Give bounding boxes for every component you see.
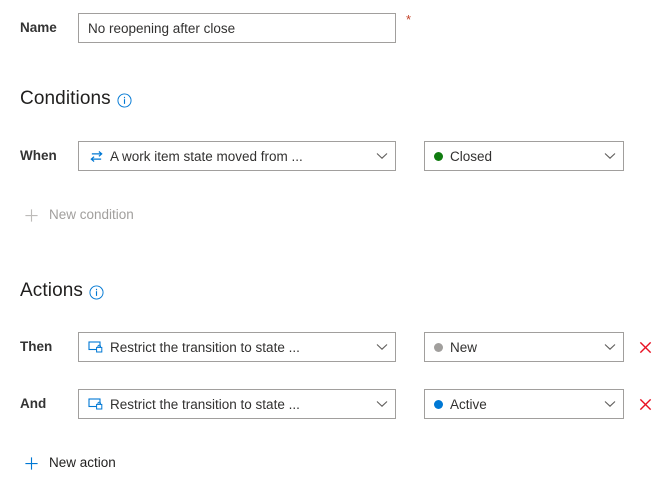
state-dot-active [434,399,443,409]
chevron-down-icon [369,400,395,408]
action-state-dropdown[interactable]: Active [424,389,624,419]
state-dot-closed [434,151,443,161]
action-rule-text: Restrict the transition to state ... [110,396,300,412]
actions-heading: Actions [20,279,104,303]
state-dot-new [434,342,443,352]
when-row: When A work item state moved from ... Cl… [20,141,624,171]
when-label: When [20,148,57,163]
name-row: Name * [20,13,411,43]
then-row: Then Restrict the transition to state ..… [20,332,658,362]
new-action-label: New action [49,455,116,470]
action-state-dropdown[interactable]: New [424,332,624,362]
work-item-rule-form: Name * Conditions When A work item state… [0,0,672,502]
action-rule-dropdown[interactable]: Restrict the transition to state ... [78,389,396,419]
close-icon [639,398,651,410]
action-rule-text: Restrict the transition to state ... [110,339,300,355]
chevron-down-icon [597,400,623,408]
name-input[interactable] [78,13,396,43]
condition-state-text: Closed [450,148,493,164]
new-condition-label: New condition [49,207,134,222]
actions-heading-text: Actions [20,280,84,301]
required-asterisk: * [406,12,412,27]
action-rule-dropdown[interactable]: Restrict the transition to state ... [78,332,396,362]
delete-action-button[interactable] [632,334,658,360]
condition-rule-text: A work item state moved from ... [110,148,303,164]
and-label: And [20,396,47,411]
plus-icon [22,206,40,224]
chevron-down-icon [369,343,395,351]
chevron-down-icon [597,343,623,351]
action-state-text: New [450,339,478,355]
conditions-heading: Conditions [20,87,132,111]
chevron-down-icon [597,152,623,160]
name-label: Name [20,20,57,35]
chevron-down-icon [369,152,395,160]
action-state-text: Active [450,396,487,412]
info-icon[interactable] [89,284,104,300]
info-icon[interactable] [117,92,132,108]
then-label: Then [20,339,53,354]
close-icon [639,341,651,353]
new-action-button[interactable]: New action [22,454,116,472]
restrict-transition-icon [88,339,104,355]
delete-action-button[interactable] [632,391,658,417]
transition-arrows-icon [88,148,104,164]
new-condition-button[interactable]: New condition [22,206,134,224]
restrict-transition-icon [88,396,104,412]
condition-state-dropdown[interactable]: Closed [424,141,624,171]
condition-rule-dropdown[interactable]: A work item state moved from ... [78,141,396,171]
and-row: And Restrict the transition to state ...… [20,389,658,419]
conditions-heading-text: Conditions [20,88,111,109]
plus-icon [22,454,40,472]
